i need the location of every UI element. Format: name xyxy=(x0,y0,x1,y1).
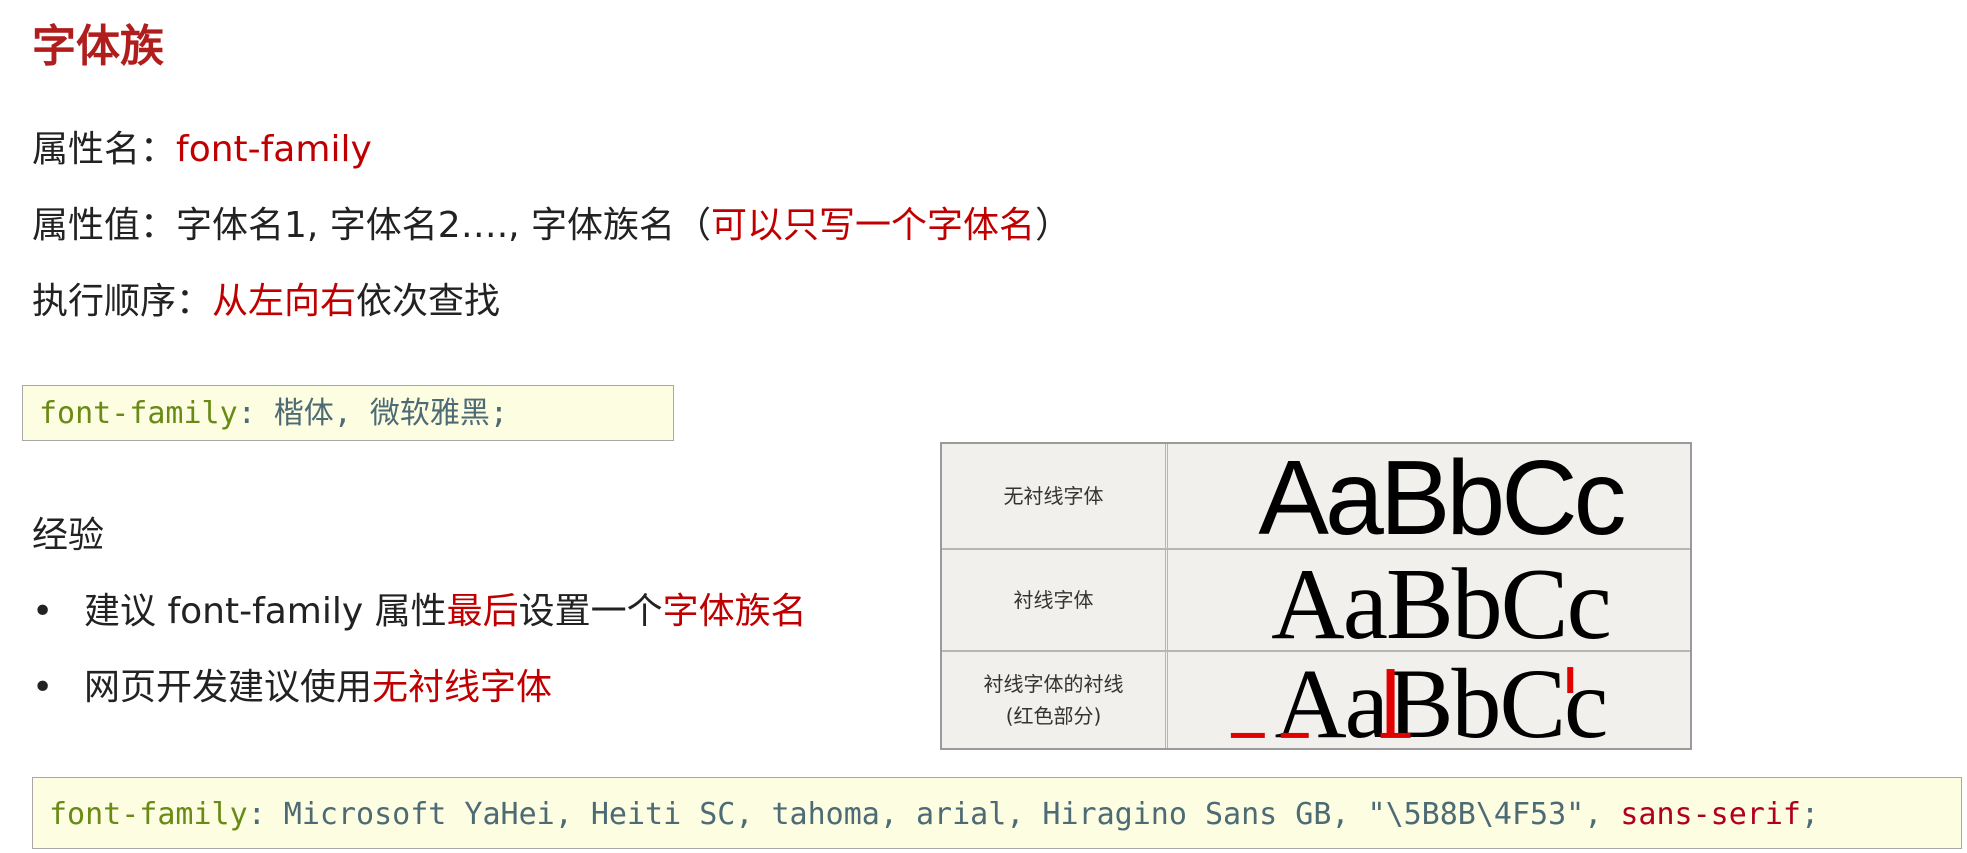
experience-item-1-mid: 设置一个 xyxy=(518,591,663,632)
bullet-icon: • xyxy=(32,667,54,708)
property-value-label: 属性值： xyxy=(32,205,177,246)
experience-item-1: • 建议 font-family 属性最后设置一个字体族名 xyxy=(32,594,807,630)
property-value-text: 字体名1, 字体名2…., 字体族名（ xyxy=(176,205,712,246)
table-row-label: 无衬线字体 xyxy=(942,444,1168,548)
property-name-line: 属性名：font-family xyxy=(32,132,372,168)
serif-marks-sample-text: AaBbCc xyxy=(1275,652,1607,748)
table-row-sans-serif: 无衬线字体 AaBbCc xyxy=(942,444,1690,550)
serif-sample-cell: AaBbCc xyxy=(1171,550,1690,650)
code2-end: ; xyxy=(1801,797,1820,832)
serif-marks-sample-cell: AaBbCc xyxy=(1171,652,1690,748)
table-row-label-note: (红色部分) xyxy=(1005,704,1102,728)
code1-property: font-family xyxy=(39,396,238,431)
sans-serif-sample-text: AaBbCc xyxy=(1258,444,1624,548)
serif-marker-a-left xyxy=(1230,732,1265,738)
serif-sample-text: AaBbCc xyxy=(1271,550,1610,650)
code2-highlight: sans-serif xyxy=(1620,797,1801,832)
serif-marker-a-right xyxy=(1280,732,1309,738)
experience-heading: 经验 xyxy=(32,515,105,556)
experience-item-2: • 网页开发建议使用无衬线字体 xyxy=(32,670,552,706)
execution-order-highlight: 从左向右 xyxy=(212,281,357,322)
code-example-1: font-family: 楷体, 微软雅黑; xyxy=(22,385,674,441)
serif-marker-b-stem xyxy=(1386,669,1395,735)
code1-value: : 楷体, 微软雅黑; xyxy=(237,396,508,431)
experience-item-1-pre: 建议 font-family 属性 xyxy=(84,591,447,632)
serif-sample-svg: AaBbCc xyxy=(1271,550,1612,650)
property-name-label: 属性名： xyxy=(32,129,177,170)
table-row-label: 衬线字体 xyxy=(942,550,1168,650)
serif-marks-sample-svg: AaBbCc xyxy=(1230,652,1608,748)
bullet-icon: • xyxy=(32,591,54,632)
property-value-highlight: 可以只写一个字体名 xyxy=(711,205,1036,246)
experience-item-2-pre: 网页开发建议使用 xyxy=(84,667,373,708)
page-title: 字体族 xyxy=(32,21,164,72)
execution-order-label: 执行顺序： xyxy=(32,281,213,322)
code2-property: font-family xyxy=(49,797,248,832)
experience-item-2-highlight: 无衬线字体 xyxy=(372,667,553,708)
table-row-serif: 衬线字体 AaBbCc xyxy=(942,550,1690,652)
property-value-close: ） xyxy=(1035,205,1072,246)
property-value-line: 属性值：字体名1, 字体名2…., 字体族名（可以只写一个字体名） xyxy=(32,208,1071,244)
table-row-label-multiline: 衬线字体的衬线 (红色部分) xyxy=(942,652,1168,748)
experience-item-1-highlight-1: 最后 xyxy=(446,591,519,632)
code2-value: : Microsoft YaHei, Heiti SC, tahoma, ari… xyxy=(247,797,1603,832)
table-row-serif-marks: 衬线字体的衬线 (红色部分) AaBbCc xyxy=(942,652,1690,748)
serif-marker-b xyxy=(1380,732,1411,738)
table-row-label: 衬线字体的衬线 xyxy=(983,672,1124,696)
execution-order-rest: 依次查找 xyxy=(356,281,501,322)
serif-marker-c xyxy=(1567,667,1574,694)
execution-order-line: 执行顺序：从左向右依次查找 xyxy=(32,284,500,320)
experience-item-1-highlight-2: 字体族名 xyxy=(662,591,807,632)
sans-serif-sample-svg: AaBbCc xyxy=(1258,444,1628,548)
font-comparison-table: 无衬线字体 AaBbCc 衬线字体 AaBbCc 衬线字体的衬线 (红色部分) … xyxy=(940,442,1692,750)
code-example-2: font-family: Microsoft YaHei, Heiti SC, … xyxy=(32,777,1962,849)
property-name-value: font-family xyxy=(176,129,372,170)
sans-serif-sample-cell: AaBbCc xyxy=(1171,444,1690,548)
